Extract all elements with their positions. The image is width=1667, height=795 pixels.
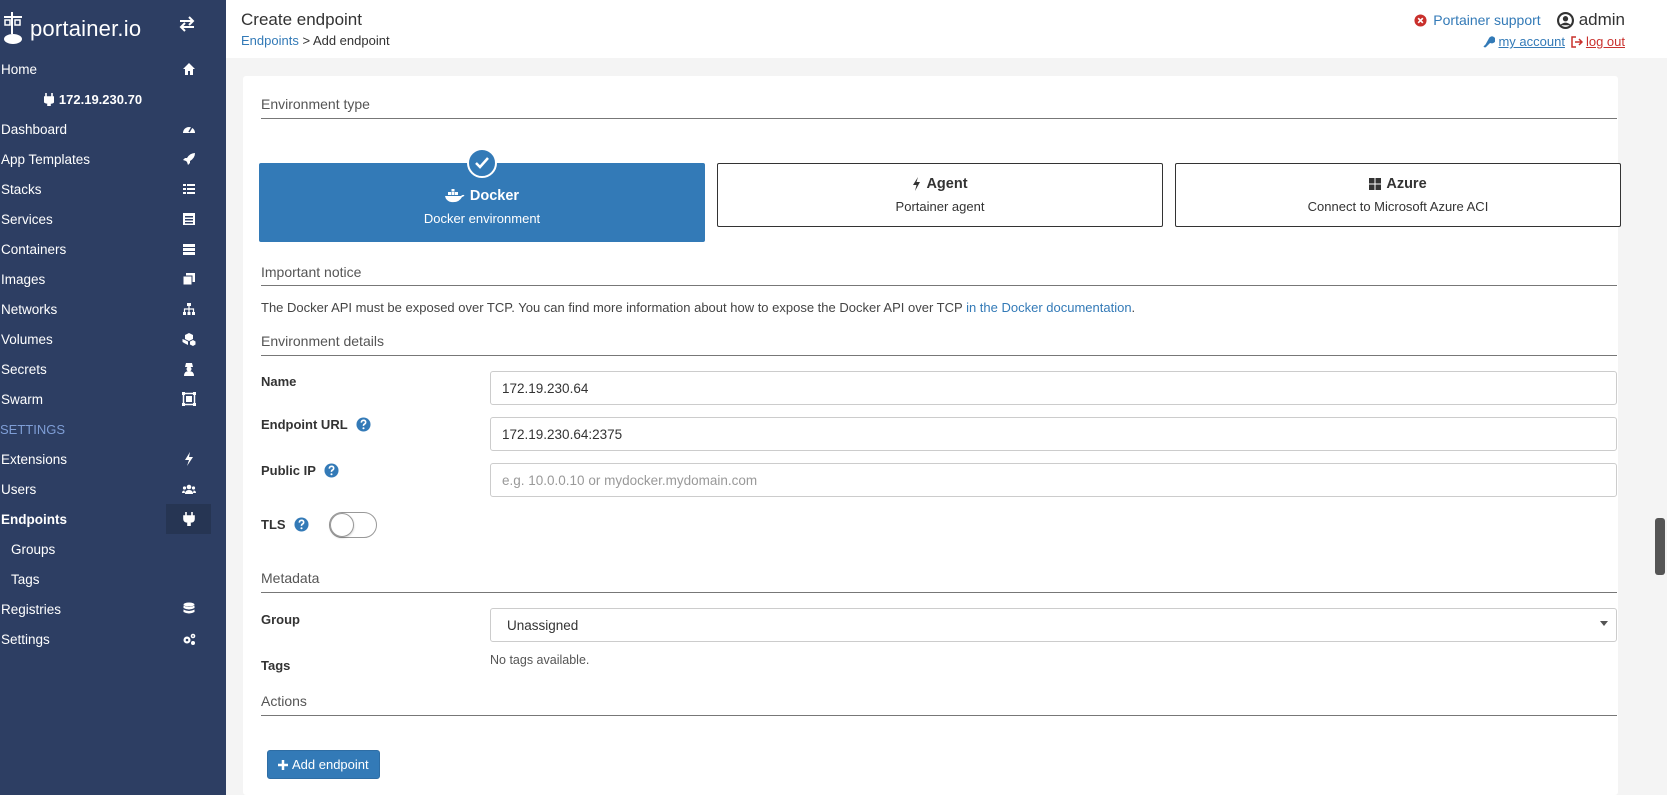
sidebar-item-swarm[interactable]: Swarm <box>0 384 226 414</box>
group-label: Group <box>261 612 300 627</box>
database-icon <box>183 602 195 614</box>
sidebar: portainer.io Home 172.19.230.70 Dashboar… <box>0 0 226 795</box>
sidebar-item-endpoints[interactable]: Endpoints <box>0 504 226 534</box>
sidebar-toggle-icon[interactable] <box>178 16 196 35</box>
log-out-link[interactable]: log out <box>1571 34 1625 49</box>
cubes-icon <box>182 333 196 346</box>
divider <box>261 118 1617 119</box>
public-ip-input[interactable]: e.g. 10.0.0.10 or mydocker.mydomain.com <box>490 463 1617 497</box>
group-select[interactable]: Unassigned <box>490 608 1617 642</box>
chevron-down-icon <box>1600 621 1608 626</box>
notice-text: The Docker API must be exposed over TCP.… <box>261 300 1136 315</box>
question-circle-icon[interactable] <box>294 517 309 532</box>
tls-label: TLS <box>261 517 309 532</box>
user-circle-icon <box>1556 11 1574 29</box>
user-area: Portainer support admin my account log o… <box>1414 10 1625 49</box>
sidebar-item-volumes[interactable]: Volumes <box>0 324 226 354</box>
env-type-docker[interactable]: Docker Docker environment <box>259 148 705 242</box>
sidebar-item-stacks[interactable]: Stacks <box>0 174 226 204</box>
sitemap-icon <box>183 303 195 315</box>
brand-name: portainer.io <box>30 16 142 41</box>
sidebar-item-extensions[interactable]: Extensions <box>0 444 226 474</box>
sidebar-item-home[interactable]: Home <box>0 54 226 84</box>
divider <box>261 715 1617 716</box>
docker-documentation-link[interactable]: in the Docker documentation <box>966 300 1131 315</box>
bolt-icon <box>913 177 921 191</box>
sidebar-item-networks[interactable]: Networks <box>0 294 226 324</box>
cogs-icon <box>183 633 196 645</box>
sidebar-item-tags[interactable]: Tags <box>0 564 226 594</box>
endpoint-url-input[interactable]: 172.19.230.64:2375 <box>490 417 1617 451</box>
sidebar-current-endpoint: 172.19.230.70 <box>0 84 226 114</box>
object-group-icon <box>182 392 196 406</box>
windows-icon <box>1369 178 1382 190</box>
images-icon <box>182 273 195 286</box>
support-icon <box>1414 13 1427 27</box>
add-endpoint-button[interactable]: Add endpoint <box>267 750 380 779</box>
services-icon <box>183 213 195 225</box>
sidebar-item-containers[interactable]: Containers <box>0 234 226 264</box>
list-icon <box>183 184 195 194</box>
tags-label: Tags <box>261 658 291 673</box>
bolt-icon <box>185 452 193 466</box>
tls-toggle[interactable] <box>329 512 377 538</box>
portainer-logo[interactable]: portainer.io <box>2 12 141 46</box>
sidebar-heading-settings: SETTINGS <box>0 421 66 437</box>
sidebar-item-settings[interactable]: Settings <box>0 624 226 654</box>
scroll-handle[interactable] <box>1655 518 1665 575</box>
rocket-icon <box>183 153 195 165</box>
divider <box>261 285 1617 286</box>
sign-out-icon <box>1571 35 1583 48</box>
my-account-link[interactable]: my account <box>1483 34 1565 49</box>
check-icon <box>467 148 497 178</box>
section-important-notice: Important notice <box>261 264 362 280</box>
env-type-azure[interactable]: Azure Connect to Microsoft Azure ACI <box>1175 163 1621 227</box>
section-environment-details: Environment details <box>261 333 384 349</box>
section-environment-type: Environment type <box>261 96 370 112</box>
plug-icon <box>183 512 195 526</box>
breadcrumb-endpoints-link[interactable]: Endpoints <box>241 33 299 48</box>
users-icon <box>182 484 196 494</box>
support-link[interactable]: Portainer support <box>1414 12 1541 28</box>
breadcrumb-current: > Add endpoint <box>302 33 390 48</box>
sidebar-item-registries[interactable]: Registries <box>0 594 226 624</box>
sidebar-item-services[interactable]: Services <box>0 204 226 234</box>
question-circle-icon[interactable] <box>356 417 371 432</box>
page-title: Create endpoint <box>241 10 362 29</box>
wrench-icon <box>1483 35 1496 48</box>
tags-empty-text: No tags available. <box>490 653 590 667</box>
sidebar-item-images[interactable]: Images <box>0 264 226 294</box>
create-endpoint-form: Environment type Docker Docker environme… <box>243 76 1621 795</box>
page-header: Create endpoint Endpoints > Add endpoint… <box>226 0 1667 58</box>
current-user: admin <box>1556 10 1625 30</box>
endpoint-url-label: Endpoint URL <box>261 417 371 432</box>
sidebar-item-secrets[interactable]: Secrets <box>0 354 226 384</box>
sidebar-item-dashboard[interactable]: Dashboard <box>0 114 226 144</box>
home-icon <box>183 63 195 75</box>
name-input[interactable]: 172.19.230.64 <box>490 371 1617 405</box>
dashboard-icon <box>183 126 195 133</box>
public-ip-label: Public IP <box>261 463 339 478</box>
plug-icon <box>43 92 54 106</box>
section-actions: Actions <box>261 693 307 709</box>
containers-icon <box>183 244 195 255</box>
env-type-agent[interactable]: Agent Portainer agent <box>717 163 1163 227</box>
divider <box>261 355 1617 356</box>
plus-icon <box>278 759 288 770</box>
sidebar-item-groups[interactable]: Groups <box>0 534 226 564</box>
user-secret-icon <box>184 363 194 376</box>
sidebar-item-app-templates[interactable]: App Templates <box>0 144 226 174</box>
docker-icon <box>444 189 465 203</box>
breadcrumb: Endpoints > Add endpoint <box>241 33 390 48</box>
question-circle-icon[interactable] <box>324 463 339 478</box>
brand: portainer.io <box>0 0 226 54</box>
tls-toggle-knob <box>330 513 354 537</box>
sidebar-item-users[interactable]: Users <box>0 474 226 504</box>
section-metadata: Metadata <box>261 570 320 586</box>
portainer-logo-icon <box>4 12 22 44</box>
name-label: Name <box>261 374 297 389</box>
divider <box>261 592 1617 593</box>
